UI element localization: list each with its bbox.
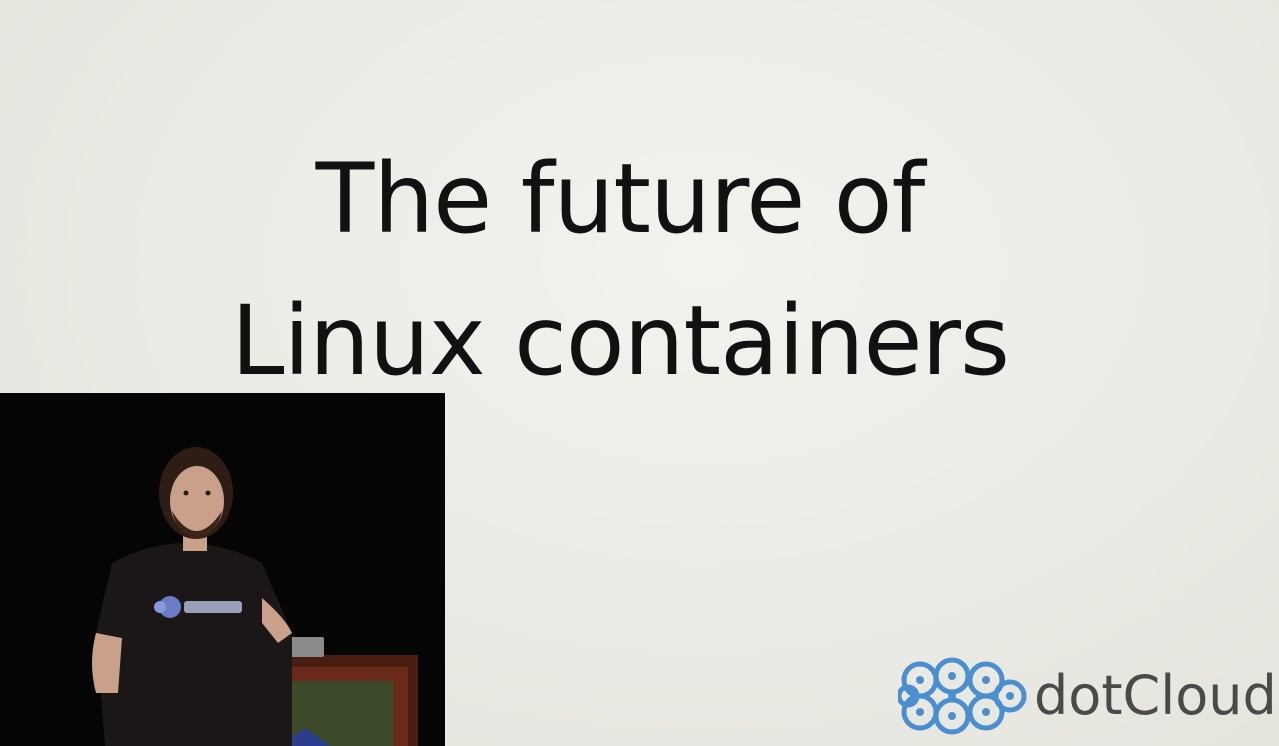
- dotcloud-logo-icon: [898, 657, 1027, 735]
- speaker-video-inset: [0, 393, 445, 746]
- slide-title-line-2: Linux containers: [230, 285, 1010, 397]
- dotcloud-logo-text: dotCloud: [1034, 664, 1277, 727]
- slide-title-line-1: The future of: [315, 143, 926, 255]
- presentation-slide: The future of Linux containers dotCloud: [0, 0, 1279, 746]
- speaker-video-icon: [0, 393, 445, 746]
- slide-title: The future of Linux containers: [140, 128, 1100, 412]
- dotcloud-logo: dotCloud: [898, 652, 1277, 742]
